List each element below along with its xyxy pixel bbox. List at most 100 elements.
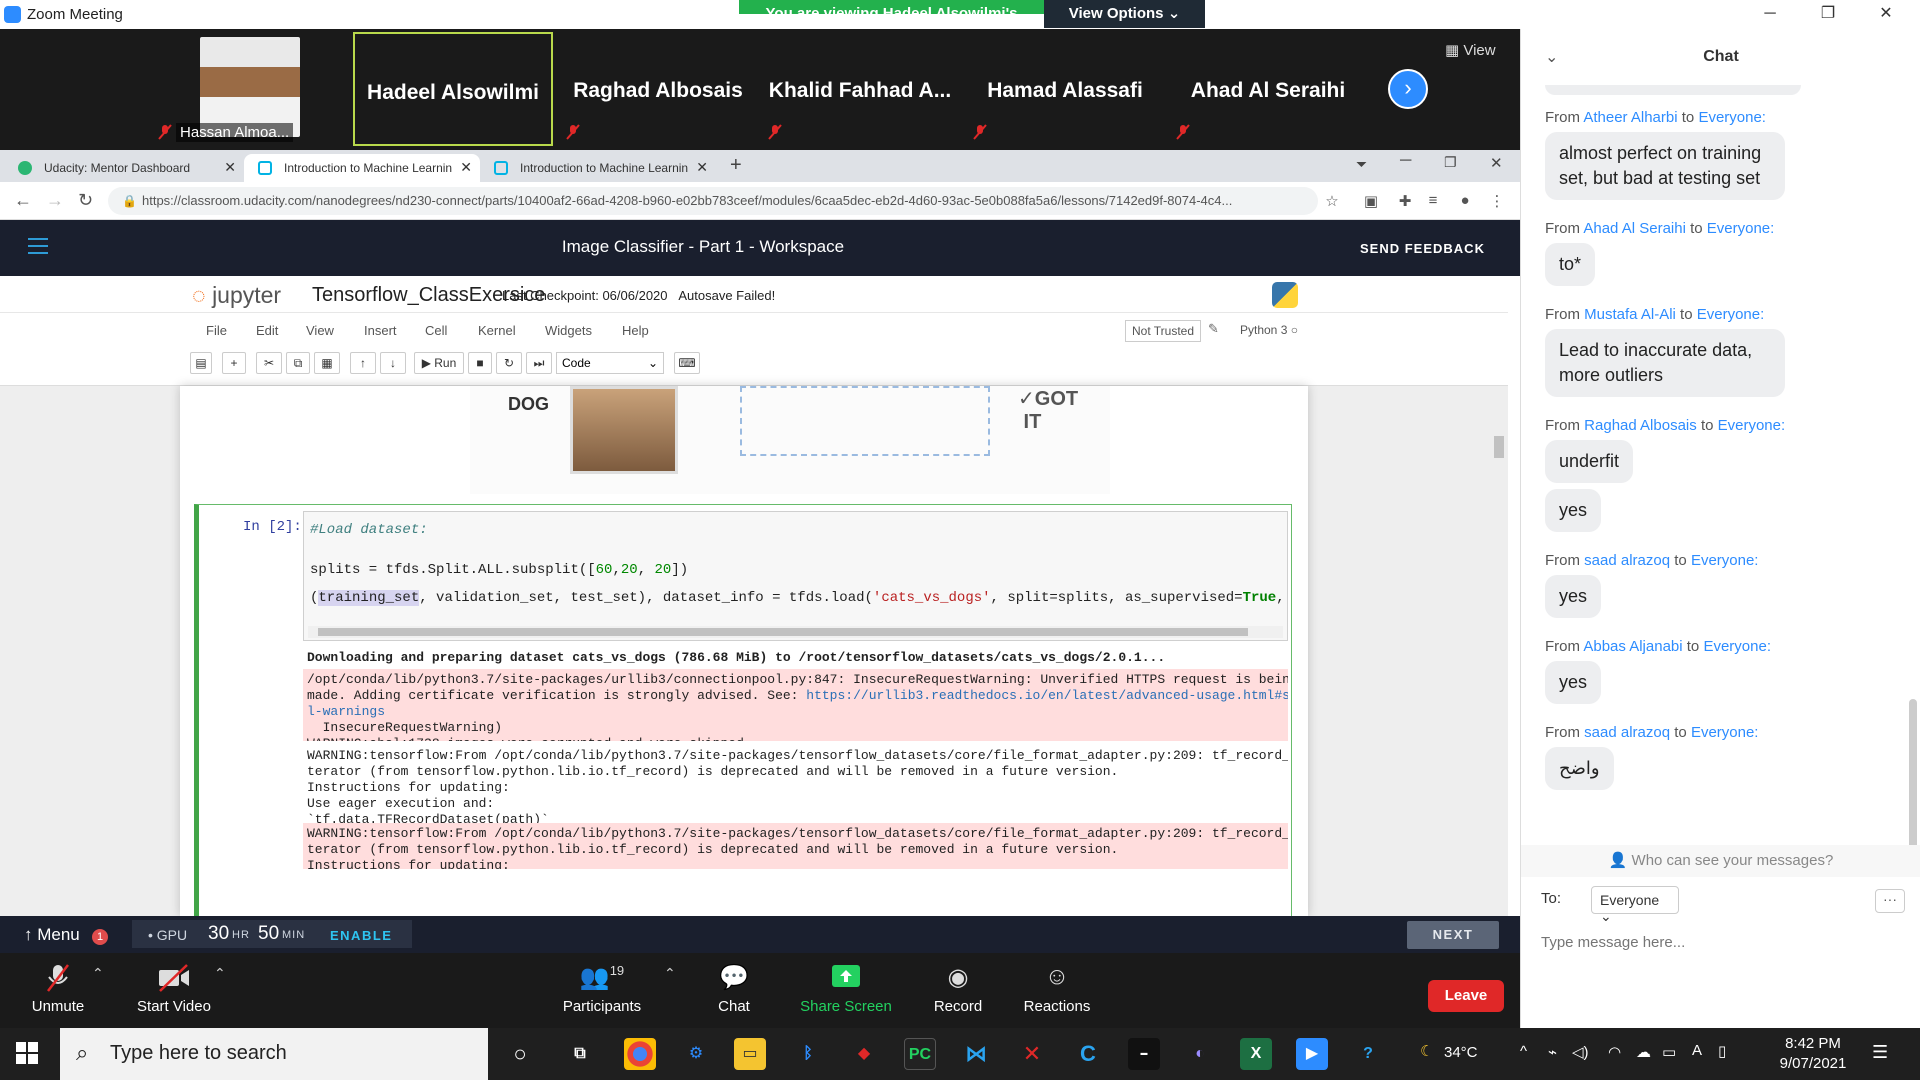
zoom-taskbar-icon[interactable]: ▶ <box>1296 1038 1328 1070</box>
close-window-button[interactable]: ✕ <box>1864 2 1908 26</box>
excel-icon[interactable]: X <box>1240 1038 1272 1070</box>
restart-icon[interactable]: ↻ <box>496 352 522 374</box>
participant-tile[interactable]: Ahad Al Seraihi <box>1168 32 1368 146</box>
participants-button[interactable]: 👥19 Participants <box>552 963 652 1015</box>
save-icon[interactable]: ▤ <box>190 352 212 374</box>
cut-icon[interactable]: ✂ <box>256 352 282 374</box>
bookmark-star-icon[interactable]: ☆ <box>1323 192 1341 210</box>
menu-edit[interactable]: Edit <box>256 323 278 338</box>
display-icon[interactable]: ▯ <box>1718 1042 1726 1060</box>
sender-name[interactable]: saad alrazoq <box>1584 552 1670 569</box>
trust-status-button[interactable]: Not Trusted <box>1125 320 1202 342</box>
cortana-icon[interactable]: ○ <box>504 1038 536 1070</box>
leave-meeting-button[interactable]: Leave <box>1428 980 1504 1012</box>
run-button[interactable]: ▶ Run <box>414 352 464 374</box>
move-down-icon[interactable]: ↓ <box>380 352 406 374</box>
menu-view[interactable]: View <box>306 323 334 338</box>
view-options-button[interactable]: View Options ⌄ <box>1044 0 1205 28</box>
sender-name[interactable]: Raghad Albosais <box>1584 417 1697 434</box>
video-options-caret[interactable]: ⌃ <box>214 965 226 982</box>
next-button[interactable]: NEXT <box>1407 921 1499 949</box>
chat-privacy-info[interactable]: 👤 Who can see your messages? <box>1521 845 1920 877</box>
close-tab-icon[interactable]: ✕ <box>460 159 472 176</box>
participant-tile[interactable]: Hamad Alassafi <box>965 32 1165 146</box>
wifi-icon[interactable]: ◠ <box>1608 1043 1621 1061</box>
browser-tab-active[interactable]: Introduction to Machine Learnin ✕ <box>244 154 480 182</box>
minimize-button[interactable]: ─ <box>1748 2 1792 26</box>
windows-start-icon[interactable] <box>16 1042 38 1064</box>
next-participants-button[interactable]: › <box>1388 69 1428 109</box>
address-bar[interactable]: 🔒 https://classroom.udacity.com/nanodegr… <box>108 187 1318 215</box>
minimize-browser-button[interactable]: ─ <box>1400 152 1411 170</box>
menu-insert[interactable]: Insert <box>364 323 397 338</box>
back-arrow-icon[interactable]: ← <box>14 190 32 211</box>
profile-icon[interactable]: ● <box>1456 192 1474 210</box>
edit-pencil-icon[interactable]: ✎ <box>1208 321 1219 337</box>
battery-icon[interactable]: ▭ <box>1662 1043 1676 1061</box>
browser-tab[interactable]: Introduction to Machine Learnin ✕ <box>480 154 716 182</box>
participants-options-caret[interactable]: ⌃ <box>664 965 676 982</box>
chat-scrollbar[interactable] <box>1909 169 1917 859</box>
new-tab-button[interactable]: + <box>730 154 742 177</box>
file-explorer-icon[interactable]: ▭ <box>734 1038 766 1070</box>
app-icon[interactable]: C <box>1072 1038 1104 1070</box>
extension-icon[interactable]: ▣ <box>1362 192 1380 210</box>
code-editor[interactable]: #Load dataset: splits = tfds.Split.ALL.s… <box>303 511 1288 641</box>
app-icon[interactable]: ◆ <box>848 1038 880 1070</box>
participant-tile[interactable]: Hassan Almoa... <box>150 32 350 146</box>
code-cell-selected[interactable]: In [2]: #Load dataset: splits = tfds.Spl… <box>194 504 1292 916</box>
add-cell-icon[interactable]: + <box>222 352 246 374</box>
close-tab-icon[interactable]: ✕ <box>696 159 708 176</box>
paste-icon[interactable]: ▦ <box>314 352 340 374</box>
menu-kernel[interactable]: Kernel <box>478 323 516 338</box>
record-button[interactable]: ◉ Record <box>908 963 1008 1015</box>
pycharm-icon[interactable]: PC <box>904 1038 936 1070</box>
fast-forward-icon[interactable]: ⏭ <box>526 352 552 374</box>
taskbar-search-box[interactable]: ⌕ Type here to search <box>60 1028 488 1080</box>
app-icon[interactable]: ⚙ <box>680 1038 712 1070</box>
participant-tile[interactable]: Khalid Fahhad A... <box>760 32 960 146</box>
footer-menu-button[interactable]: ↑ Menu <box>24 925 80 945</box>
browser-tab[interactable]: Udacity: Mentor Dashboard ✕ <box>4 154 244 182</box>
close-browser-button[interactable]: ✕ <box>1490 154 1503 172</box>
gpu-enable-button[interactable]: ENABLE <box>330 928 392 943</box>
chat-button[interactable]: 💬 Chat <box>684 963 784 1015</box>
participant-tile[interactable]: Raghad Albosais <box>558 32 758 146</box>
menu-help[interactable]: Help <box>622 323 649 338</box>
sender-name[interactable]: Atheer Alharbi <box>1583 109 1677 126</box>
cell-type-select[interactable]: Code ⌄ <box>556 352 664 374</box>
menu-file[interactable]: File <box>206 323 227 338</box>
chat-message-input[interactable] <box>1541 927 1901 957</box>
view-layout-button[interactable]: ▦ View <box>1445 41 1496 59</box>
participant-tile-active-speaker[interactable]: Hadeel Alsowilmi <box>353 32 553 146</box>
reactions-button[interactable]: ☺ Reactions <box>1007 963 1107 1015</box>
more-menu-icon[interactable]: ⋮ <box>1488 192 1506 210</box>
sender-name[interactable]: Abbas Aljanabi <box>1583 638 1682 655</box>
help-icon[interactable]: ? <box>1352 1038 1384 1070</box>
app-icon[interactable]: ✕ <box>1016 1038 1048 1070</box>
code-horizontal-scrollbar[interactable] <box>308 626 1283 638</box>
puzzle-icon[interactable]: ✚ <box>1396 192 1414 210</box>
network-icon[interactable]: ⌁ <box>1548 1043 1557 1061</box>
system-clock[interactable]: 8:42 PM 9/07/2021 <box>1768 1034 1858 1074</box>
keyboard-icon[interactable]: ⌨ <box>674 352 700 374</box>
menu-widgets[interactable]: Widgets <box>545 323 592 338</box>
volume-icon[interactable]: ◁) <box>1572 1043 1589 1061</box>
jupyter-logo[interactable]: ◌ jupyter <box>192 282 281 309</box>
app-icon[interactable]: ◐ <box>1184 1038 1216 1070</box>
notebook-vertical-scrollbar[interactable] <box>1492 286 1506 906</box>
close-tab-icon[interactable]: ✕ <box>224 159 236 176</box>
bluetooth-icon[interactable]: ᛒ <box>792 1038 824 1070</box>
move-up-icon[interactable]: ↑ <box>350 352 376 374</box>
task-view-icon[interactable]: ⧉ <box>564 1038 596 1070</box>
stop-icon[interactable]: ■ <box>468 352 492 374</box>
menu-cell[interactable]: Cell <box>425 323 447 338</box>
recipient-select[interactable]: Everyone ⌄ <box>1591 886 1679 924</box>
start-video-button[interactable]: Start Video <box>124 963 224 1015</box>
tab-search-icon[interactable]: ⏷ <box>1356 156 1367 173</box>
sender-name[interactable]: Mustafa Al-Ali <box>1584 306 1676 323</box>
cloud-icon[interactable]: ☁ <box>1636 1043 1651 1061</box>
share-screen-button[interactable]: Share Screen <box>796 963 896 1015</box>
send-feedback-button[interactable]: SEND FEEDBACK <box>1360 241 1485 256</box>
copy-icon[interactable]: ⧉ <box>286 352 310 374</box>
